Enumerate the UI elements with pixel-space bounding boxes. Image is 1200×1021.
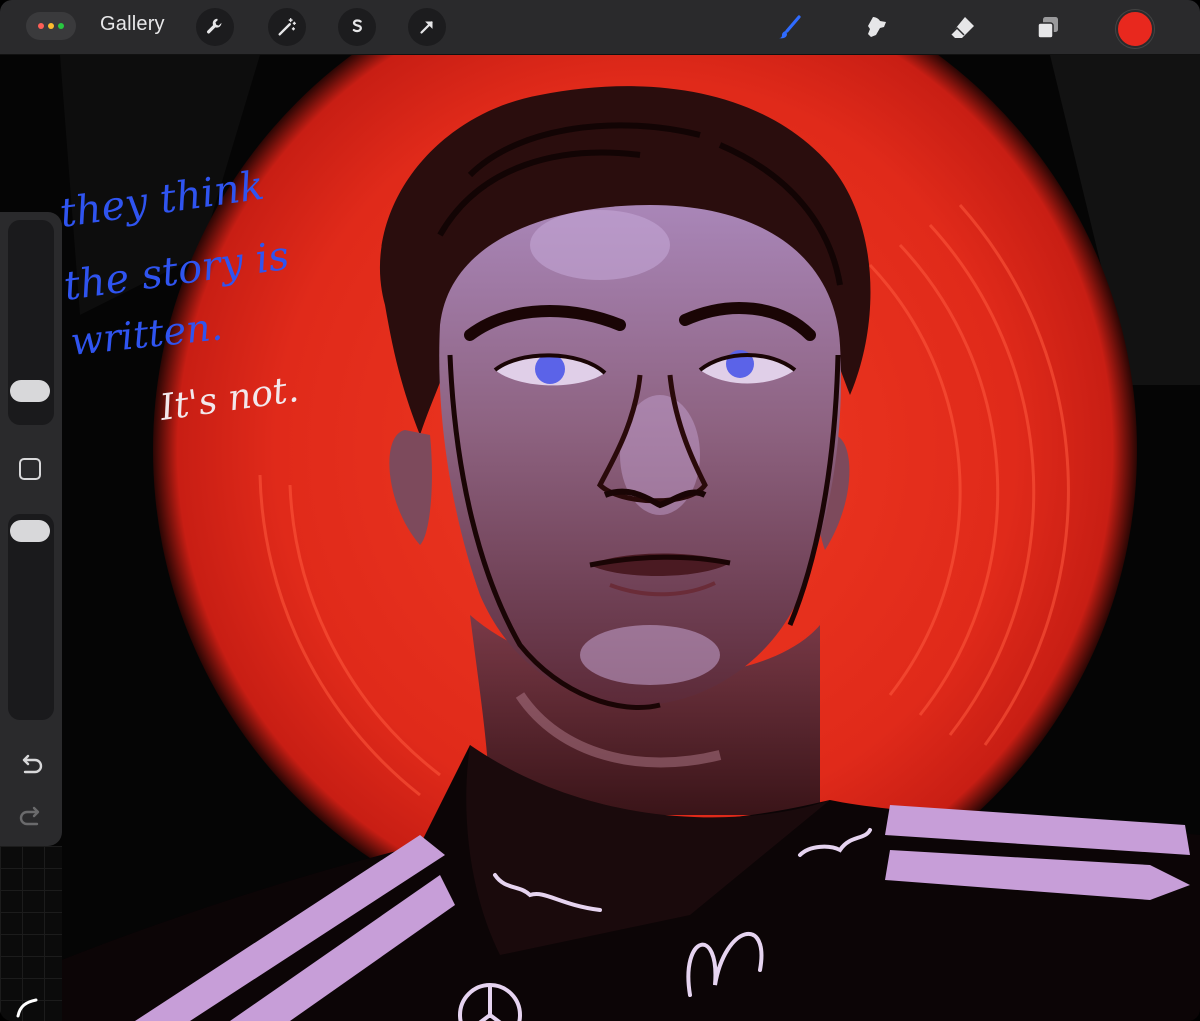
procreate-window: Gallery they think the story is written.… bbox=[0, 0, 1200, 1021]
selection-s-icon[interactable] bbox=[338, 8, 376, 46]
brush-size-thumb[interactable] bbox=[10, 380, 50, 402]
pen-stroke-icon bbox=[16, 998, 38, 1018]
drawing-canvas[interactable]: they think the story is written. It's no… bbox=[0, 55, 1200, 1021]
actions-wrench-icon[interactable] bbox=[196, 8, 234, 46]
canvas-grid-corner bbox=[0, 846, 62, 1021]
minimize-dot[interactable] bbox=[48, 23, 54, 29]
top-toolbar: Gallery bbox=[0, 0, 1200, 55]
brush-sidebar bbox=[0, 212, 62, 846]
opacity-thumb[interactable] bbox=[10, 520, 50, 542]
layers-icon[interactable] bbox=[1030, 10, 1066, 46]
eraser-icon[interactable] bbox=[944, 10, 980, 46]
brush-size-slider[interactable] bbox=[8, 220, 54, 425]
color-swatch[interactable] bbox=[1116, 10, 1154, 48]
window-controls[interactable] bbox=[26, 12, 76, 40]
close-dot[interactable] bbox=[38, 23, 44, 29]
transform-arrow-icon[interactable] bbox=[408, 8, 446, 46]
brush-icon[interactable] bbox=[772, 10, 808, 46]
smudge-icon[interactable] bbox=[858, 10, 894, 46]
zoom-dot[interactable] bbox=[58, 23, 64, 29]
adjustments-magic-wand-icon[interactable] bbox=[268, 8, 306, 46]
gallery-button[interactable]: Gallery bbox=[100, 13, 165, 36]
modify-button[interactable] bbox=[19, 458, 41, 480]
undo-icon[interactable] bbox=[17, 750, 45, 778]
opacity-slider[interactable] bbox=[8, 514, 54, 720]
artwork-illustration: they think the story is written. It's no… bbox=[0, 55, 1200, 1021]
redo-icon[interactable] bbox=[17, 802, 45, 830]
